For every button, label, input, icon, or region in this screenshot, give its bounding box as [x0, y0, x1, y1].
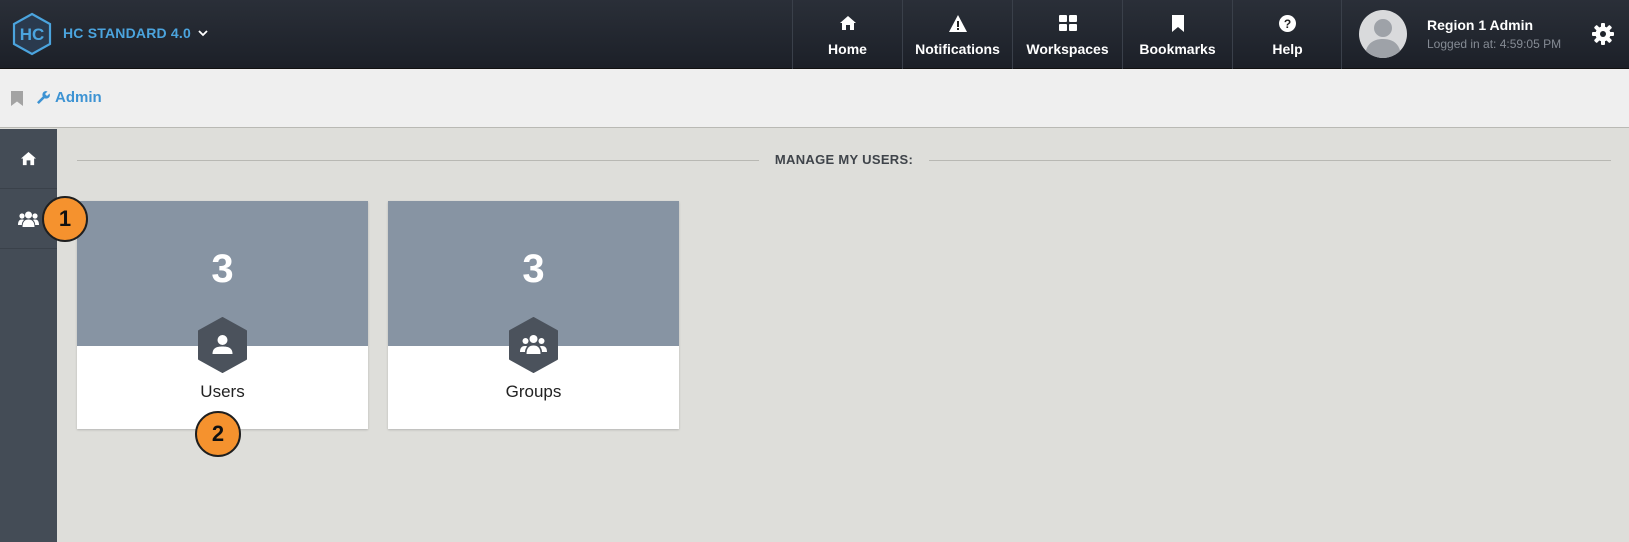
sidebar-item-home[interactable] — [0, 129, 57, 189]
nav-bookmarks-label: Bookmarks — [1139, 41, 1216, 57]
chevron-down-icon — [198, 30, 208, 37]
groups-card-label: Groups — [505, 382, 562, 401]
nav-help[interactable]: ? Help — [1232, 0, 1342, 69]
nav-home-label: Home — [828, 41, 867, 57]
breadcrumb-admin[interactable]: Admin — [36, 89, 102, 106]
bookmark-page-icon[interactable] — [11, 91, 23, 106]
section-divider-left — [77, 160, 759, 161]
brand-label: HC STANDARD 4.0 — [63, 25, 191, 41]
grid-icon — [1013, 15, 1122, 33]
svg-text:?: ? — [1284, 17, 1291, 31]
user-name: Region 1 Admin — [1427, 17, 1534, 33]
users-card[interactable]: 3 Users — [77, 201, 368, 429]
users-count: 3 — [211, 247, 234, 291]
callout-marker-2: 2 — [195, 411, 241, 457]
help-icon: ? — [1233, 15, 1342, 33]
top-navbar: HC HC STANDARD 4.0 Home Notifications Wo… — [0, 0, 1629, 69]
group-icon — [509, 317, 558, 373]
section-title: MANAGE MY USERS: — [774, 152, 914, 167]
home-icon — [793, 15, 902, 33]
nav-workspaces-label: Workspaces — [1026, 41, 1109, 57]
nav-home[interactable]: Home — [792, 0, 902, 69]
avatar[interactable] — [1359, 10, 1407, 58]
users-icon — [18, 211, 39, 227]
callout-marker-1: 1 — [42, 196, 88, 242]
nav-notifications-label: Notifications — [915, 41, 1000, 57]
login-time: Logged in at: 4:59:05 PM — [1427, 37, 1562, 51]
user-icon — [198, 317, 247, 373]
nav-workspaces[interactable]: Workspaces — [1012, 0, 1122, 69]
hc-logo-icon[interactable]: HC — [10, 12, 54, 56]
sidebar — [0, 129, 57, 542]
product-switcher[interactable]: HC STANDARD 4.0 — [63, 25, 209, 41]
home-icon — [21, 151, 36, 166]
bookmark-icon — [1123, 15, 1232, 33]
users-card-label: Users — [200, 382, 245, 401]
groups-card[interactable]: 3 Groups — [388, 201, 679, 429]
gear-icon[interactable] — [1592, 23, 1614, 45]
avatar-silhouette-icon — [1365, 19, 1401, 58]
breadcrumb: Admin — [0, 69, 1629, 128]
user-menu[interactable]: Region 1 Admin Logged in at: 4:59:05 PM — [1341, 0, 1629, 69]
groups-count: 3 — [522, 247, 545, 291]
nav-help-label: Help — [1272, 41, 1303, 57]
nav-notifications[interactable]: Notifications — [902, 0, 1012, 69]
breadcrumb-label: Admin — [55, 89, 102, 106]
nav-bookmarks[interactable]: Bookmarks — [1122, 0, 1232, 69]
section-divider-right — [929, 160, 1611, 161]
wrench-icon — [37, 91, 50, 104]
logo-text: HC — [20, 25, 45, 44]
warning-icon — [903, 15, 1012, 33]
